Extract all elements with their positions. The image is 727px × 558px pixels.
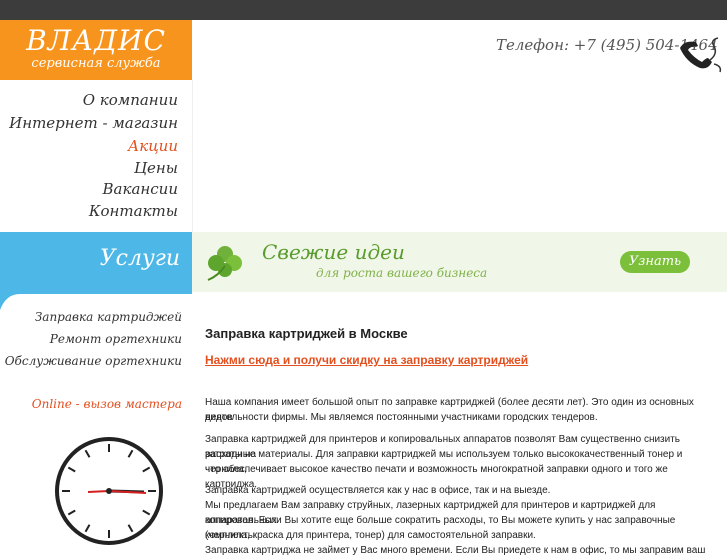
phone-icon — [680, 37, 722, 73]
content-line: деятельности фирмы. Мы являемся постоянн… — [205, 412, 598, 423]
banner-title: Свежие идеи — [262, 240, 405, 264]
logo-title: ВЛАДИС — [26, 24, 166, 57]
logo-subtitle: сервисная служба — [31, 56, 161, 71]
services-header: Услуги — [0, 232, 192, 292]
nav-item-contacts[interactable]: Контакты — [89, 202, 178, 220]
nav-item-prices[interactable]: Цены — [134, 159, 178, 177]
clock-icon — [55, 437, 163, 545]
service-item-maintenance[interactable]: Обслуживание оргтехники — [5, 354, 182, 368]
content-line: Заправка картриджа не займет у Вас много… — [205, 545, 706, 556]
clover-icon — [207, 246, 242, 281]
online-call-master-link[interactable]: Online - вызов мастера — [32, 397, 182, 411]
promo-banner: Свежие идеи для роста вашего бизнеса Узн… — [192, 232, 727, 292]
banner-subtitle: для роста вашего бизнеса — [316, 266, 488, 280]
content-line: (чернила, краска для принтера, тонер) дл… — [205, 530, 536, 541]
logo[interactable]: ВЛАДИС сервисная служба — [0, 20, 192, 80]
learn-more-button[interactable]: Узнать — [620, 251, 690, 273]
content-line: Заправка картриджей осуществляется как у… — [205, 485, 551, 496]
service-item-repair[interactable]: Ремонт оргтехники — [50, 332, 182, 346]
top-bar — [0, 0, 727, 20]
discount-link[interactable]: Нажми сюда и получи скидку на заправку к… — [205, 353, 528, 368]
nav-item-promotions[interactable]: Акции — [128, 137, 178, 155]
main-navigation: О компании Интернет - магазин Акции Цены… — [0, 80, 193, 232]
service-item-cartridge-refill[interactable]: Заправка картриджей — [35, 310, 182, 324]
services-curve — [0, 292, 192, 310]
nav-item-vacancies[interactable]: Вакансии — [103, 180, 178, 198]
services-title: Услуги — [99, 246, 180, 271]
nav-item-shop[interactable]: Интернет - магазин — [9, 114, 178, 132]
nav-item-about[interactable]: О компании — [83, 91, 178, 109]
page-title: Заправка картриджей в Москве — [205, 326, 408, 341]
